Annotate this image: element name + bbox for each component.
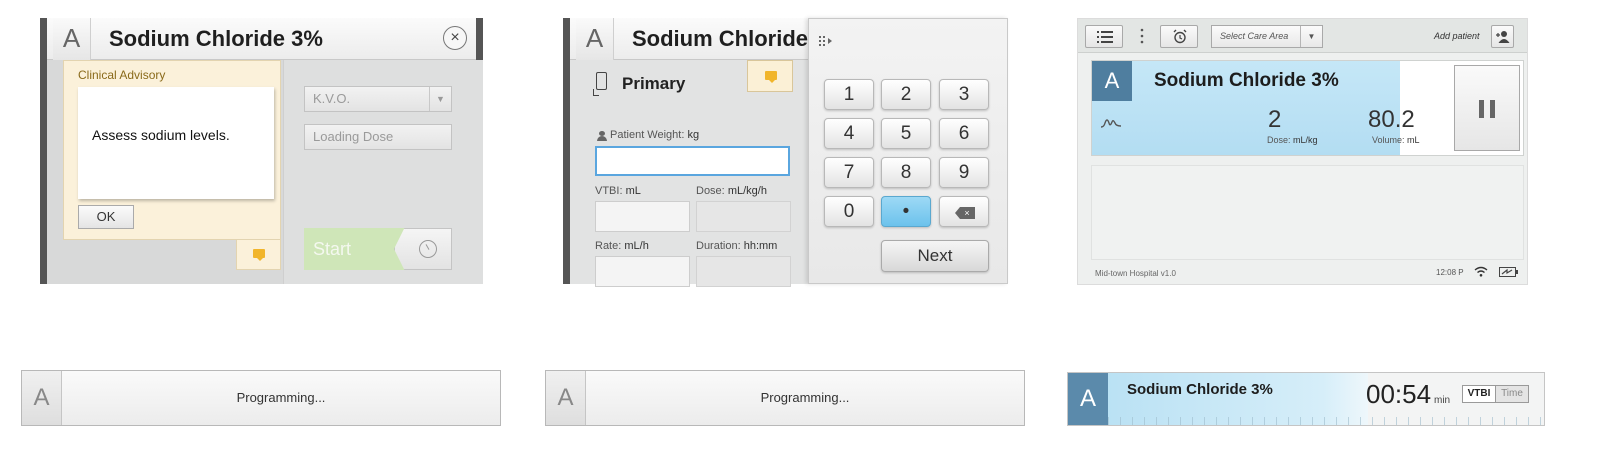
- channel-row-info: A Sodium Chloride 3% 2 Dose: mL/kg 80.2 …: [1092, 61, 1420, 155]
- care-area-placeholder: Select Care Area: [1220, 31, 1289, 41]
- top-toolbar: Select Care Area ▼ Add patient: [1078, 19, 1527, 53]
- more-icon[interactable]: [1140, 28, 1144, 44]
- delay-start-button[interactable]: [394, 228, 452, 270]
- alarm-button[interactable]: [1160, 25, 1198, 48]
- add-patient-label[interactable]: Add patient: [1434, 31, 1480, 41]
- time-unit: min: [1434, 395, 1451, 406]
- vtbi-field[interactable]: [595, 201, 690, 232]
- battery-icon: [1499, 267, 1518, 277]
- patient-weight-field[interactable]: [595, 146, 790, 176]
- pause-button[interactable]: [1454, 65, 1520, 151]
- notes-tab[interactable]: [236, 240, 281, 270]
- alarm-clock-icon: [1173, 29, 1187, 44]
- key-3[interactable]: 3: [939, 79, 989, 110]
- chat-icon: [253, 249, 265, 261]
- time-toggle[interactable]: Time: [1495, 385, 1529, 403]
- keypad-collapse-icon[interactable]: [819, 36, 833, 46]
- list-icon: [1097, 31, 1113, 43]
- notes-button[interactable]: [747, 60, 793, 92]
- key-1[interactable]: 1: [824, 79, 874, 110]
- title-bar: A Sodium Chloride: [570, 18, 808, 60]
- list-button[interactable]: [1085, 25, 1123, 48]
- care-area-select[interactable]: Select Care Area ▼: [1211, 25, 1323, 48]
- drug-title: Sodium Chloride 3%: [1127, 381, 1273, 398]
- dose-value: 2: [1268, 106, 1282, 133]
- channel-row[interactable]: A Sodium Chloride 3% 2 Dose: mL/kg 80.2 …: [1091, 60, 1524, 156]
- key-6[interactable]: 6: [939, 118, 989, 149]
- program-form: Primary Patient Weight: kg VTBI: mL Dose…: [570, 60, 808, 287]
- volume-value: 80.2: [1368, 106, 1415, 133]
- rate-label: Rate: mL/h: [595, 240, 649, 252]
- program-controls: K.V.O. ▼ Loading Dose Start: [283, 60, 483, 284]
- primary-label: Primary: [622, 74, 686, 93]
- mode-select[interactable]: K.V.O. ▼: [304, 86, 452, 112]
- patient-weight-label: Patient Weight: kg: [610, 129, 700, 141]
- numeric-keypad: 1 2 3 4 5 6 7 8 9 0 • × Next: [808, 18, 1008, 284]
- tick-ruler: [1108, 417, 1544, 425]
- key-2[interactable]: 2: [881, 79, 931, 110]
- vtbi-toggle[interactable]: VTBI: [1462, 385, 1496, 403]
- wifi-icon: [1474, 266, 1488, 277]
- pump-home-screen: Select Care Area ▼ Add patient A Sodium …: [1077, 18, 1528, 285]
- empty-channel-area: [1091, 165, 1524, 260]
- programming-bar-1[interactable]: A Programming...: [21, 370, 501, 426]
- key-9[interactable]: 9: [939, 157, 989, 188]
- pump-screen-advisory: A Sodium Chloride 3% × Clinical Advisory…: [40, 18, 483, 284]
- duration-label: Duration: hh:mm: [696, 240, 778, 252]
- primary-infusion-icon: [593, 72, 607, 96]
- dose-label: Dose: mL/kg/h: [696, 185, 767, 197]
- clock-icon: [419, 240, 437, 258]
- add-patient-button[interactable]: [1491, 25, 1514, 48]
- channel-badge: A: [53, 18, 91, 60]
- status-text: Programming...: [236, 390, 326, 405]
- key-4[interactable]: 4: [824, 118, 874, 149]
- loading-dose-button[interactable]: Loading Dose: [304, 124, 452, 150]
- key-8[interactable]: 8: [881, 157, 931, 188]
- backspace-icon: ×: [955, 207, 975, 219]
- close-icon[interactable]: ×: [443, 26, 467, 50]
- volume-label: Volume: mL: [1372, 135, 1420, 145]
- vtbi-label: VTBI: mL: [595, 185, 641, 197]
- advisory-message: Assess sodium levels.: [92, 127, 230, 143]
- status-text: Programming...: [760, 390, 850, 405]
- key-backspace[interactable]: ×: [939, 196, 989, 227]
- chevron-down-icon: ▼: [1300, 26, 1322, 47]
- ok-button[interactable]: OK: [78, 205, 134, 229]
- next-button[interactable]: Next: [881, 240, 989, 272]
- person-icon: [597, 131, 607, 141]
- key-5[interactable]: 5: [881, 118, 931, 149]
- key-decimal[interactable]: •: [881, 196, 931, 227]
- drug-title: Sodium Chloride 3%: [109, 26, 323, 51]
- chevron-down-icon: ▼: [429, 87, 451, 111]
- dose-field[interactable]: [696, 201, 791, 232]
- drug-title: Sodium Chloride: [632, 26, 808, 51]
- clock-time: 12:08 P: [1436, 268, 1464, 277]
- advisory-title: Clinical Advisory: [78, 68, 166, 82]
- chat-icon: [765, 71, 777, 83]
- channel-badge: A: [546, 371, 586, 425]
- rate-field[interactable]: [595, 256, 690, 287]
- title-bar: A Sodium Chloride 3% ×: [47, 18, 476, 60]
- key-0[interactable]: 0: [824, 196, 874, 227]
- add-patient-icon: [1496, 31, 1510, 43]
- pump-screen-programming: A Sodium Chloride Primary Patient Weight…: [563, 18, 1008, 287]
- key-7[interactable]: 7: [824, 157, 874, 188]
- waveform-icon: [1100, 119, 1122, 128]
- duration-field[interactable]: [696, 256, 791, 287]
- dose-label: Dose: mL/kg: [1267, 135, 1318, 145]
- channel-badge: A: [22, 371, 62, 425]
- clinical-advisory-panel: Clinical Advisory Assess sodium levels. …: [63, 60, 281, 240]
- mode-select-value: K.V.O.: [313, 91, 351, 106]
- channel-badge: A: [1092, 61, 1132, 101]
- programming-bar-2[interactable]: A Programming...: [545, 370, 1025, 426]
- channel-badge: A: [1068, 373, 1108, 425]
- infusion-status-bar[interactable]: A Sodium Chloride 3% 00:54 min VTBI Time: [1067, 372, 1545, 426]
- channel-badge: A: [576, 18, 614, 60]
- drug-title: Sodium Chloride 3%: [1154, 70, 1339, 91]
- time-remaining: 00:54: [1366, 379, 1432, 409]
- footer-version: Mid-town Hospital v1.0: [1095, 269, 1176, 278]
- advisory-message-card: Assess sodium levels.: [78, 87, 274, 199]
